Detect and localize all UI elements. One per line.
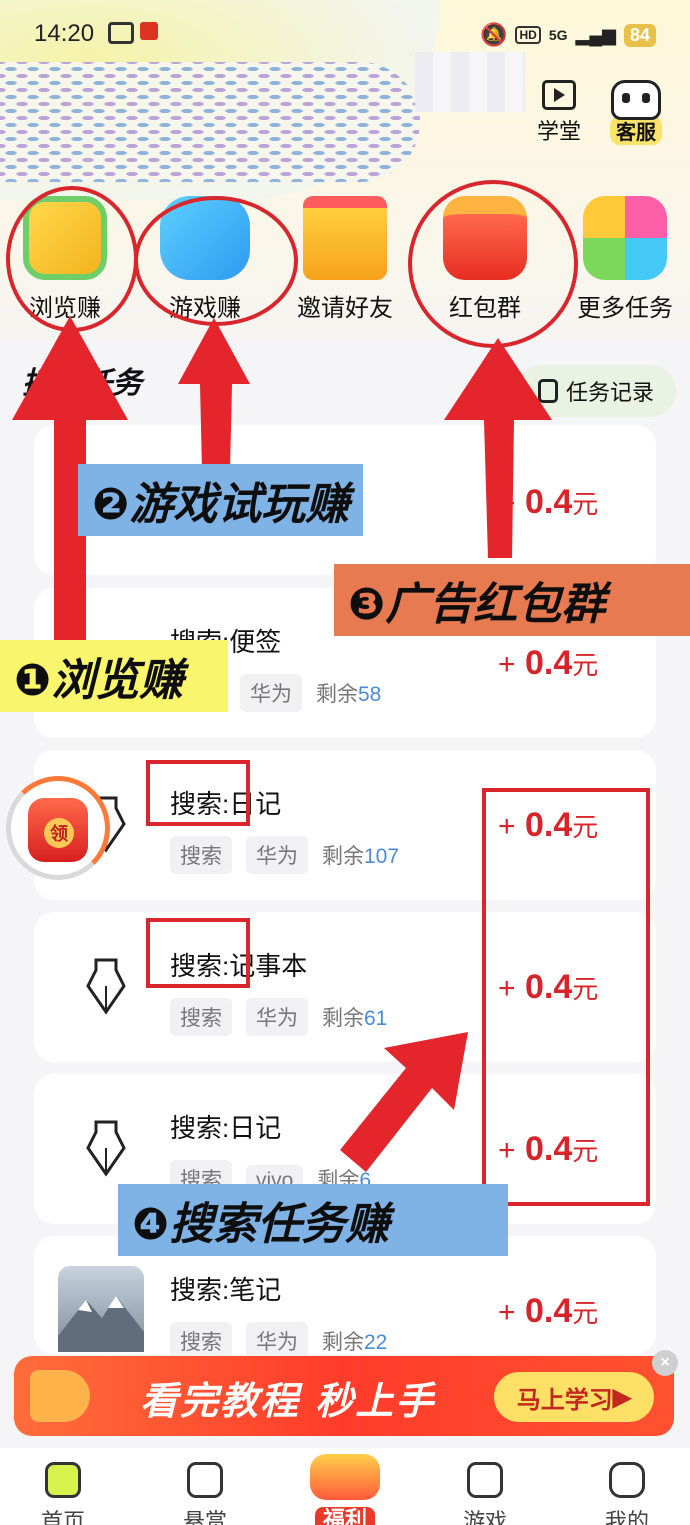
callout-browse: ❶浏览赚	[0, 640, 228, 712]
tab-home[interactable]: 首页	[8, 1462, 118, 1525]
tab-label: 我的	[604, 1509, 649, 1525]
welfare-mascot-icon	[310, 1454, 380, 1500]
tab-label: 游戏	[462, 1509, 507, 1525]
learn-now-label: 马上学习	[516, 1386, 613, 1414]
tab-label: 悬赏	[182, 1509, 227, 1525]
gamepad-icon	[467, 1462, 503, 1498]
tab-bounty[interactable]: 悬赏	[150, 1462, 260, 1525]
tab-label: 首页	[40, 1509, 85, 1525]
arrow-game	[178, 318, 250, 470]
arrow-search	[340, 1032, 468, 1172]
annotation-arrows	[12, 316, 552, 1172]
promo-text: 看完教程 秒上手	[140, 1379, 436, 1423]
home-icon	[45, 1462, 81, 1498]
yuan-icon	[187, 1462, 223, 1498]
callout-search: ❹搜索任务赚	[118, 1184, 508, 1256]
arrow-ad	[444, 338, 552, 558]
tab-label: 福利	[314, 1507, 375, 1525]
megaphone-icon	[30, 1370, 90, 1422]
tab-profile[interactable]: 我的	[572, 1462, 682, 1525]
callout-ad: ❸广告红包群	[334, 564, 690, 636]
learn-now-button[interactable]: 马上学习 ▶	[494, 1372, 654, 1422]
callout-game: ❷游戏试玩赚	[78, 464, 364, 536]
tab-welfare[interactable]: 福利	[290, 1454, 400, 1525]
profile-icon	[609, 1462, 645, 1498]
tab-games[interactable]: 游戏	[430, 1462, 540, 1525]
promo-close-button[interactable]: ×	[652, 1350, 678, 1376]
